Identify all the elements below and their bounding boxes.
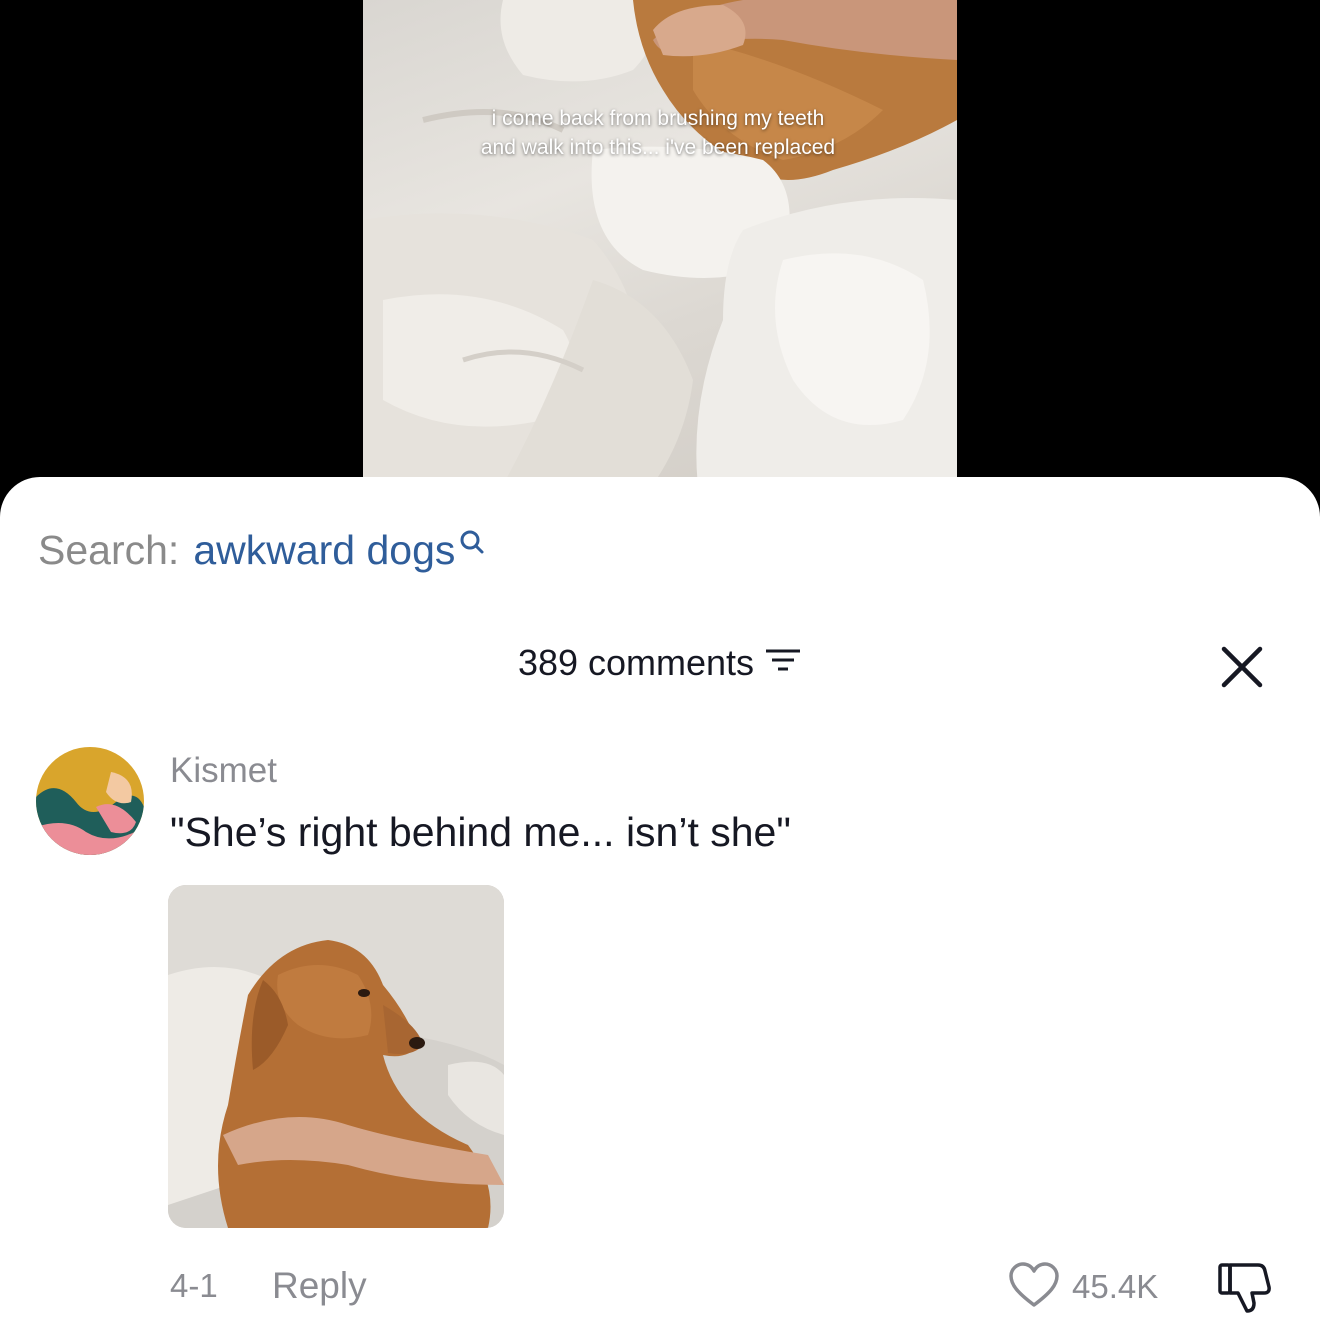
filter-icon[interactable] (764, 642, 802, 684)
search-suggestion[interactable]: Search: awkward dogs (38, 527, 485, 574)
comment-username[interactable]: Kismet (170, 751, 277, 791)
like-count: 45.4K (1072, 1268, 1159, 1305)
video-player[interactable]: i come back from brushing my teeth and w… (0, 0, 1320, 520)
comments-header: 389 comments (0, 642, 1320, 684)
heart-icon[interactable] (1008, 1261, 1060, 1314)
video-frame[interactable]: i come back from brushing my teeth and w… (363, 0, 957, 520)
close-icon[interactable] (1220, 645, 1264, 694)
comments-count[interactable]: 389 comments (518, 642, 802, 684)
comment-date: 4-1 (170, 1267, 218, 1304)
video-still-image (363, 0, 957, 520)
thumbs-down-icon[interactable] (1216, 1261, 1274, 1320)
reply-button[interactable]: Reply (272, 1265, 367, 1307)
avatar[interactable] (36, 747, 144, 855)
like-button[interactable]: 45.4K (1008, 1257, 1158, 1317)
comment-attached-image[interactable] (168, 885, 504, 1228)
comments-sheet: Search: awkward dogs 389 comments Kismet… (0, 477, 1320, 1320)
search-label: Search: (38, 527, 180, 573)
video-caption: i come back from brushing my teeth and w… (480, 107, 836, 159)
comments-count-label: 389 comments (517, 642, 755, 683)
comment-text: "She’s right behind me... isn’t she" (170, 809, 791, 855)
comment-meta: 4-1 Reply 45.4K (0, 1257, 1320, 1317)
search-query-link[interactable]: awkward dogs (193, 527, 455, 574)
search-icon[interactable] (459, 518, 485, 565)
